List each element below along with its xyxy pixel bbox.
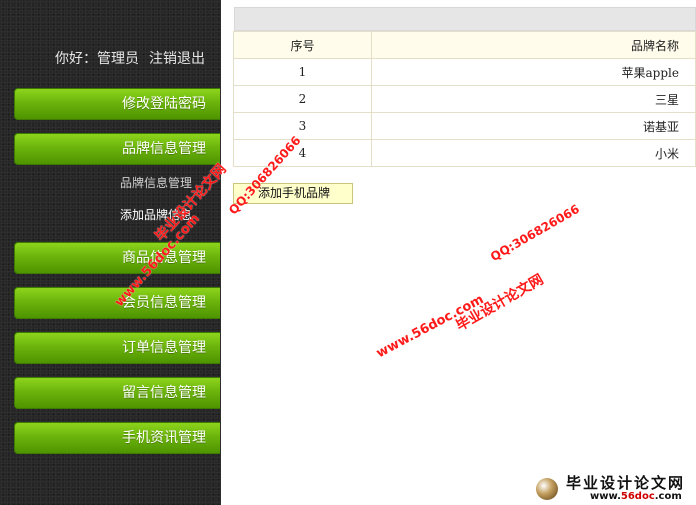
cell-no: 3 [233, 112, 372, 140]
greeting: 你好：管理员 注销退出 [55, 48, 205, 68]
logo-title: 毕业设计论文网 [566, 474, 686, 492]
cell-brand-name: 苹果apple [371, 58, 696, 86]
cell-brand-name: 小米 [371, 139, 696, 167]
cell-no: 4 [233, 139, 372, 167]
table-row: 4 小米 [233, 139, 696, 167]
user-name: 管理员 [97, 51, 139, 67]
cell-no: 2 [233, 85, 372, 113]
menu-message-management[interactable]: 留言信息管理 [14, 377, 220, 409]
table-title-bar [234, 7, 696, 31]
submenu-brand-list[interactable]: 品牌信息管理 [0, 175, 206, 191]
table-row: 3 诺基亚 [233, 112, 696, 140]
table-header-row: 序号 品牌名称 [233, 31, 696, 59]
globe-icon [536, 478, 558, 500]
watermark-url: www.56doc.com [374, 291, 487, 362]
menu-news-management[interactable]: 手机资讯管理 [14, 422, 220, 454]
add-brand-button[interactable]: 添加手机品牌 [233, 183, 353, 204]
watermark-logo: 毕业设计论文网 www.56doc.com [530, 470, 696, 505]
menu-change-password[interactable]: 修改登陆密码 [14, 88, 220, 120]
greeting-label: 你好： [55, 51, 97, 67]
logo-url: www.56doc.com [590, 491, 682, 502]
header-brand-name: 品牌名称 [371, 31, 696, 59]
cell-brand-name: 三星 [371, 85, 696, 113]
watermark-site-name: 毕业设计论文网 [453, 271, 547, 335]
brand-table: 序号 品牌名称 1 苹果apple 2 三星 3 诺基亚 4 小米 [233, 31, 696, 167]
menu-product-management[interactable]: 商品信息管理 [14, 242, 220, 274]
submenu-add-brand[interactable]: 添加品牌信息 [0, 207, 206, 223]
watermark-qq: QQ:306826066 [488, 201, 582, 265]
cell-no: 1 [233, 58, 372, 86]
header-no: 序号 [233, 31, 372, 59]
table-row: 1 苹果apple [233, 58, 696, 86]
logout-link[interactable]: 注销退出 [149, 51, 205, 67]
menu-brand-management[interactable]: 品牌信息管理 [14, 133, 220, 165]
cell-brand-name: 诺基亚 [371, 112, 696, 140]
menu-member-management[interactable]: 会员信息管理 [14, 287, 220, 319]
table-row: 2 三星 [233, 85, 696, 113]
menu-order-management[interactable]: 订单信息管理 [14, 332, 220, 364]
sidebar: 你好：管理员 注销退出 修改登陆密码 品牌信息管理 品牌信息管理 添加品牌信息 商… [0, 0, 221, 505]
